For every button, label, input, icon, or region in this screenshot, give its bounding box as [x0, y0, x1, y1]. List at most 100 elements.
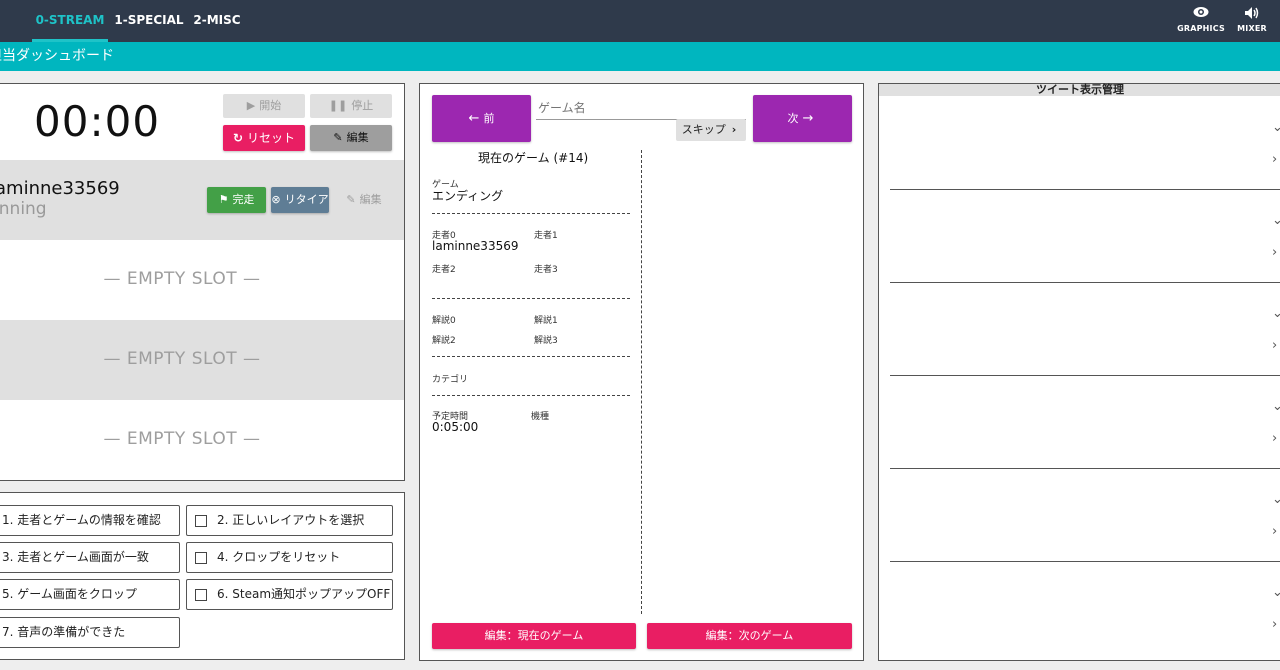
checklist-item-6[interactable]: 6. Steam通知ポップアップOFF: [186, 579, 393, 610]
edit-next-game-button[interactable]: 編集：次のゲーム: [647, 623, 852, 649]
timer-stop-button[interactable]: ❚❚ 停止: [310, 94, 392, 118]
chevron-down-icon[interactable]: ⌄: [1272, 585, 1280, 600]
chevron-right-icon[interactable]: ›: [1272, 431, 1277, 446]
runner-status-text: running: [0, 199, 47, 219]
divider: [432, 356, 630, 357]
timer-stop-label: 停止: [351, 99, 374, 112]
runner-finish-button[interactable]: ⚑ 完走: [207, 187, 266, 213]
tweet-divider: [890, 468, 1280, 469]
checklist-item-label: 2. 正しいレイアウトを選択: [217, 513, 365, 527]
refresh-icon: ↻: [232, 131, 244, 145]
mixer-button[interactable]: MIXER: [1227, 6, 1277, 33]
tweet-panel: [878, 83, 1280, 661]
chevron-right-icon[interactable]: ›: [1272, 152, 1277, 167]
checklist-item-label: 6. Steam通知ポップアップOFF: [217, 587, 391, 601]
tab-0-stream[interactable]: 0-STREAM: [32, 0, 108, 42]
column-divider: [641, 150, 642, 614]
runner-edit-button[interactable]: ✎ 編集: [335, 187, 393, 213]
dashboard-title-bar: 担当ダッシュボード: [0, 42, 1280, 71]
tab-1-special[interactable]: 1-SPECIAL: [114, 0, 184, 42]
category-label: カテゴリ: [432, 375, 469, 385]
runner-edit-label: 編集: [359, 193, 382, 206]
arrow-right-icon: →: [802, 111, 814, 126]
volume-icon: [1227, 6, 1277, 22]
previous-game-button[interactable]: ← 前: [432, 95, 531, 142]
game-value: エンディング: [432, 189, 504, 203]
tweet-panel-title: ツイート表示管理: [879, 84, 1280, 96]
checklist-item-7[interactable]: 7. 音声の準備ができた: [0, 617, 180, 648]
page-title: 担当ダッシュボード: [0, 48, 114, 64]
flag-icon: ⚑: [218, 193, 229, 206]
runner-retire-button[interactable]: ⊗ リタイア: [271, 187, 329, 213]
checklist-item-label: 4. クロップをリセット: [217, 550, 341, 564]
chevron-right-icon[interactable]: ›: [1272, 524, 1277, 539]
runner1-label: 走者1: [534, 231, 558, 241]
chevron-right-icon: ›: [731, 123, 737, 136]
chevron-down-icon[interactable]: ⌄: [1272, 120, 1280, 135]
arrow-left-icon: ←: [468, 111, 480, 126]
tweet-divider: [890, 375, 1280, 376]
checklist-item-label: 3. 走者とゲーム画面が一致: [2, 550, 149, 564]
game-search-input[interactable]: [536, 96, 746, 120]
runner0-value: laminne33569: [432, 239, 519, 253]
timer-reset-button[interactable]: ↻ リセット: [223, 125, 305, 151]
skip-button[interactable]: スキップ ›: [676, 119, 746, 141]
tab-2-misc[interactable]: 2-MISC: [190, 0, 244, 42]
checkbox-icon[interactable]: [195, 552, 207, 564]
checklist-item-2[interactable]: 2. 正しいレイアウトを選択: [186, 505, 393, 536]
checklist-item-4[interactable]: 4. クロップをリセット: [186, 542, 393, 573]
runner-status: running: [0, 199, 47, 219]
runner3-label: 走者3: [534, 265, 558, 275]
edit-next-game-label: 編集：次のゲーム: [705, 629, 794, 642]
pencil-icon: ✎: [346, 193, 356, 206]
graphics-button[interactable]: GRAPHICS: [1176, 6, 1226, 33]
pencil-icon: ✎: [333, 131, 343, 144]
timer-edit-label: 編集: [346, 131, 369, 144]
chevron-right-icon[interactable]: ›: [1272, 338, 1277, 353]
graphics-label: GRAPHICS: [1177, 24, 1225, 33]
tweet-divider: [890, 189, 1280, 190]
mixer-label: MIXER: [1237, 24, 1267, 33]
cancel-circle-icon: ⊗: [271, 193, 281, 206]
play-icon: ▶: [246, 99, 256, 112]
chevron-down-icon[interactable]: ⌄: [1272, 306, 1280, 321]
checklist-item-3[interactable]: 3. 走者とゲーム画面が一致: [0, 542, 180, 573]
checklist-item-1[interactable]: 1. 走者とゲームの情報を確認: [0, 505, 180, 536]
next-game-button[interactable]: 次 →: [753, 95, 852, 142]
chevron-right-icon[interactable]: ›: [1272, 617, 1277, 632]
checklist-item-label: 7. 音声の準備ができた: [2, 625, 126, 639]
eye-icon: [1176, 6, 1226, 22]
checkbox-icon[interactable]: [195, 515, 207, 527]
timer-edit-button[interactable]: ✎ 編集: [310, 125, 392, 151]
commentator2-label: 解説2: [432, 336, 456, 346]
runner-retire-label: リタイア: [284, 193, 329, 206]
top-nav-bar: 0-STREAM 1-SPECIAL 2-MISC GRAPHICS MIXER: [0, 0, 1280, 42]
runner-name: laminne33569: [0, 178, 120, 199]
runner-finish-label: 完走: [232, 193, 255, 206]
checklist-item-label: 1. 走者とゲームの情報を確認: [2, 513, 161, 527]
empty-slot-label: — EMPTY SLOT —: [103, 429, 261, 449]
checkbox-icon[interactable]: [195, 589, 207, 601]
timer-start-label: 開始: [259, 99, 282, 112]
previous-label: 前: [483, 112, 495, 125]
checklist-item-5[interactable]: 5. ゲーム画面をクロップ: [0, 579, 180, 610]
chevron-down-icon[interactable]: ⌄: [1272, 399, 1280, 414]
chevron-right-icon[interactable]: ›: [1272, 245, 1277, 260]
chevron-down-icon[interactable]: ⌄: [1272, 492, 1280, 507]
runner2-label: 走者2: [432, 265, 456, 275]
timer-start-button[interactable]: ▶ 開始: [223, 94, 305, 118]
divider: [432, 395, 630, 396]
tweet-divider: [890, 282, 1280, 283]
commentator3-label: 解説3: [534, 336, 558, 346]
chevron-down-icon[interactable]: ⌄: [1272, 213, 1280, 228]
next-label: 次: [787, 112, 799, 125]
commentator0-label: 解説0: [432, 316, 456, 326]
skip-label: スキップ: [681, 123, 726, 136]
commentator1-label: 解説1: [534, 316, 558, 326]
timer-display: 00:00: [34, 97, 161, 146]
checklist-item-label: 5. ゲーム画面をクロップ: [2, 587, 137, 601]
edit-current-game-button[interactable]: 編集：現在のゲーム: [432, 623, 636, 649]
console-label: 機種: [531, 412, 550, 422]
pause-icon: ❚❚: [328, 99, 348, 112]
timer-reset-label: リセット: [247, 131, 296, 145]
